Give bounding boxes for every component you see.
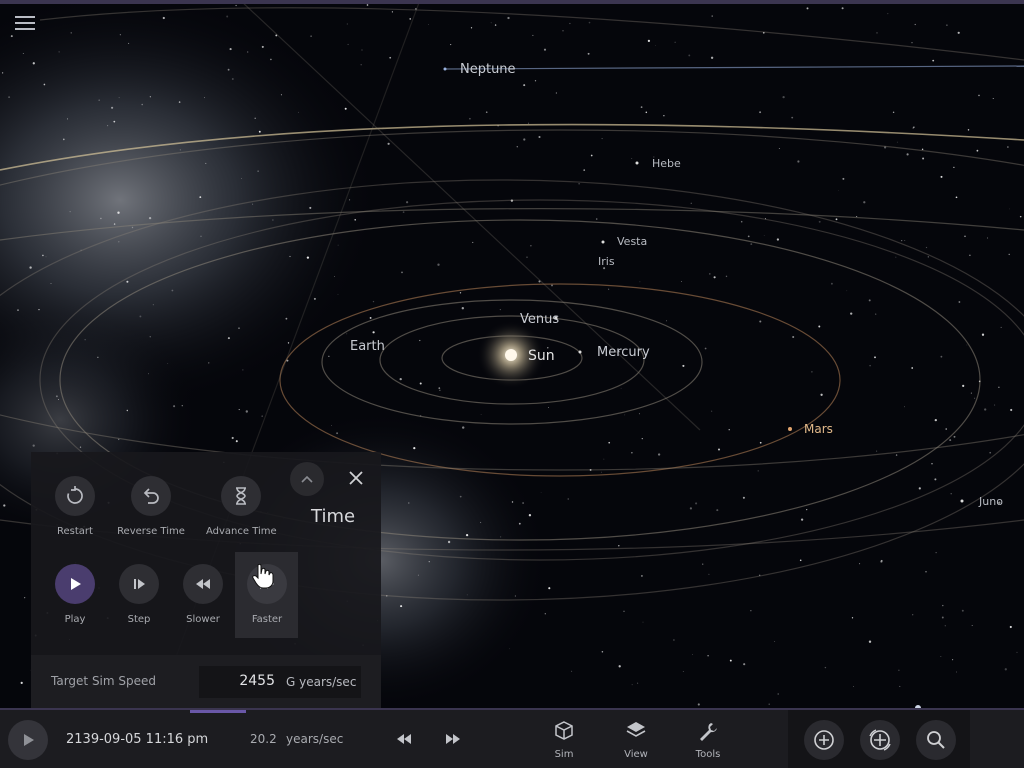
- time-tab-indicator: [190, 710, 246, 713]
- step-button[interactable]: Step: [104, 564, 174, 625]
- sim-rate-value: 20.2: [250, 732, 277, 746]
- tools-menu-button[interactable]: Tools: [678, 720, 738, 760]
- time-panel-title: Time: [311, 506, 356, 527]
- collapse-panel-button[interactable]: [290, 462, 324, 496]
- tools-menu-label: Tools: [695, 749, 721, 760]
- view-menu-button[interactable]: View: [606, 720, 666, 760]
- step-label: Step: [127, 614, 151, 625]
- label-neptune[interactable]: Neptune: [460, 62, 516, 77]
- play-icon: [24, 734, 34, 746]
- wrench-icon: [700, 723, 717, 741]
- label-vesta[interactable]: Vesta: [617, 235, 647, 248]
- recenter-icon: [869, 729, 891, 751]
- play-button[interactable]: Play: [40, 564, 110, 625]
- label-mars[interactable]: Mars: [804, 422, 833, 436]
- top-accent-strip: [0, 0, 1024, 4]
- advance-time-label: Advance Time: [206, 526, 277, 537]
- bottom-faster-button[interactable]: [438, 724, 468, 754]
- sim-datetime[interactable]: 2139-09-05 11:16 pm: [66, 732, 208, 747]
- cube-icon: [555, 721, 573, 740]
- play-icon: [71, 578, 81, 590]
- reverse-time-label: Reverse Time: [117, 526, 185, 537]
- target-sim-speed-label: Target Sim Speed: [51, 674, 157, 688]
- reverse-time-button[interactable]: Reverse Time: [116, 476, 186, 537]
- restart-icon: [67, 486, 83, 504]
- advance-time-button[interactable]: Advance Time: [206, 476, 277, 537]
- recenter-button[interactable]: [860, 720, 900, 760]
- hourglass-icon: [236, 487, 246, 505]
- label-juno[interactable]: Juno: [979, 495, 1003, 508]
- sun-body: [505, 349, 517, 361]
- search-icon: [927, 731, 945, 749]
- sim-rate-unit: years/sec: [286, 732, 344, 746]
- rewind-icon: [397, 734, 411, 744]
- play-label: Play: [64, 614, 86, 625]
- fast-forward-icon: [446, 734, 460, 744]
- restart-button[interactable]: Restart: [40, 476, 110, 537]
- label-hebe[interactable]: Hebe: [652, 157, 681, 170]
- slower-button[interactable]: Slower: [168, 564, 238, 625]
- label-sun[interactable]: Sun: [528, 348, 555, 364]
- step-icon: [134, 579, 145, 589]
- bottom-slower-button[interactable]: [389, 724, 419, 754]
- reverse-arrow-icon: [143, 488, 159, 504]
- search-button[interactable]: [916, 720, 956, 760]
- hand-cursor-icon: [252, 563, 274, 589]
- label-earth[interactable]: Earth: [350, 339, 385, 354]
- label-iris[interactable]: Iris: [598, 255, 615, 268]
- sim-menu-label: Sim: [554, 749, 574, 760]
- faster-label: Faster: [251, 614, 283, 625]
- rewind-icon: [196, 579, 210, 589]
- close-panel-button[interactable]: [340, 462, 372, 494]
- plus-circle-icon: [814, 730, 834, 750]
- restart-label: Restart: [57, 526, 93, 537]
- slower-label: Slower: [186, 614, 220, 625]
- view-menu-label: View: [624, 749, 648, 760]
- zoom-in-button[interactable]: [804, 720, 844, 760]
- label-venus[interactable]: Venus: [520, 312, 559, 327]
- layers-icon: [626, 722, 646, 737]
- bottom-play-button[interactable]: [8, 720, 48, 760]
- target-sim-speed-unit: G years/sec: [286, 675, 357, 689]
- close-icon: [349, 471, 363, 485]
- label-mercury[interactable]: Mercury: [597, 345, 650, 360]
- hamburger-menu-icon[interactable]: [12, 13, 38, 35]
- chevron-up-icon: [301, 475, 313, 483]
- target-sim-speed-value[interactable]: 2455: [199, 673, 275, 689]
- sim-menu-button[interactable]: Sim: [534, 720, 594, 760]
